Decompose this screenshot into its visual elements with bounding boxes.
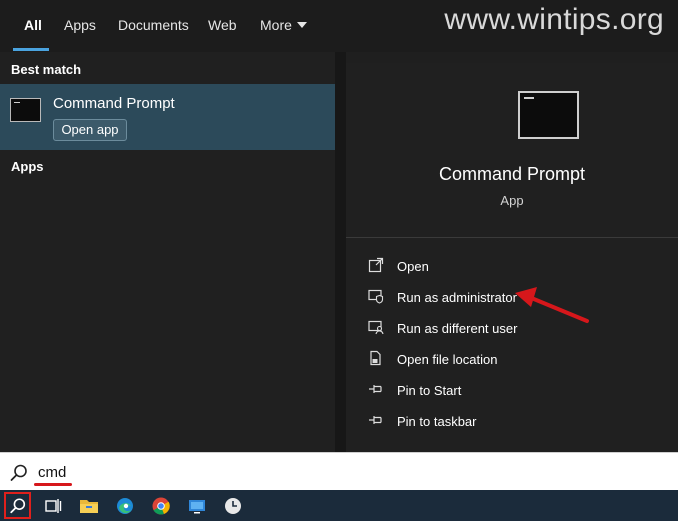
tab-more[interactable]: More	[260, 17, 307, 33]
annotation-underline	[34, 483, 72, 486]
edge-icon[interactable]	[114, 495, 136, 517]
clock-icon[interactable]	[222, 495, 244, 517]
search-icon	[10, 498, 26, 514]
tab-apps[interactable]: Apps	[64, 17, 96, 33]
user-switch-icon	[368, 320, 384, 335]
action-run-as-administrator-label: Run as administrator	[397, 290, 517, 305]
search-icon	[10, 464, 27, 481]
action-run-as-administrator[interactable]: Run as administrator	[368, 287, 648, 309]
detail-subtitle: App	[500, 193, 524, 208]
best-match-heading: Best match	[11, 62, 82, 77]
active-tab-indicator	[13, 48, 49, 51]
pin-icon	[369, 385, 382, 393]
detail-title: Command Prompt	[438, 164, 586, 184]
open-icon	[368, 257, 384, 273]
action-pin-to-start-label: Pin to Start	[397, 383, 462, 398]
annotation-arrow	[515, 287, 589, 323]
apps-heading: Apps	[11, 159, 44, 174]
action-pin-to-taskbar[interactable]: Pin to taskbar	[368, 411, 648, 433]
action-open-file-location[interactable]: Open file location	[368, 349, 648, 371]
search-box[interactable]: cmd	[0, 452, 678, 490]
tab-all[interactable]: All	[24, 17, 42, 33]
taskbar-search-button[interactable]	[4, 492, 31, 519]
task-view-icon[interactable]	[42, 495, 64, 517]
shield-admin-icon	[368, 289, 384, 304]
chevron-down-icon	[296, 22, 307, 28]
search-tab-bar: All Apps Documents Web More www.wintips.…	[0, 0, 678, 52]
best-match-result[interactable]: Command Prompt Open app	[0, 84, 335, 150]
pin-icon	[369, 416, 382, 424]
best-match-title: Command Prompt	[53, 95, 175, 112]
open-app-button[interactable]: Open app	[53, 119, 127, 141]
action-pin-to-start[interactable]: Pin to Start	[368, 380, 648, 402]
action-open-file-location-label: Open file location	[397, 352, 498, 367]
action-run-as-different-user-label: Run as different user	[397, 321, 518, 336]
detail-divider	[346, 237, 678, 238]
results-pane: Best match Command Prompt Open app Apps	[0, 52, 335, 452]
remote-desktop-icon[interactable]	[186, 495, 208, 517]
action-open-label: Open	[397, 259, 429, 274]
tab-documents[interactable]: Documents	[118, 17, 189, 33]
detail-pane: Command Prompt App Open Run as administr…	[346, 63, 678, 452]
search-input[interactable]: cmd	[38, 464, 66, 481]
folder-location-icon	[370, 350, 381, 366]
file-explorer-icon[interactable]	[78, 495, 100, 517]
chrome-icon[interactable]	[150, 495, 172, 517]
action-open[interactable]: Open	[368, 256, 648, 278]
taskbar	[0, 490, 678, 521]
tab-more-label: More	[260, 17, 292, 33]
terminal-icon	[518, 91, 579, 139]
watermark: www.wintips.org	[444, 3, 664, 36]
action-run-as-different-user[interactable]: Run as different user	[368, 318, 648, 340]
terminal-icon	[10, 98, 41, 122]
action-pin-to-taskbar-label: Pin to taskbar	[397, 414, 477, 429]
tab-web[interactable]: Web	[208, 17, 237, 33]
pane-divider	[335, 52, 346, 452]
